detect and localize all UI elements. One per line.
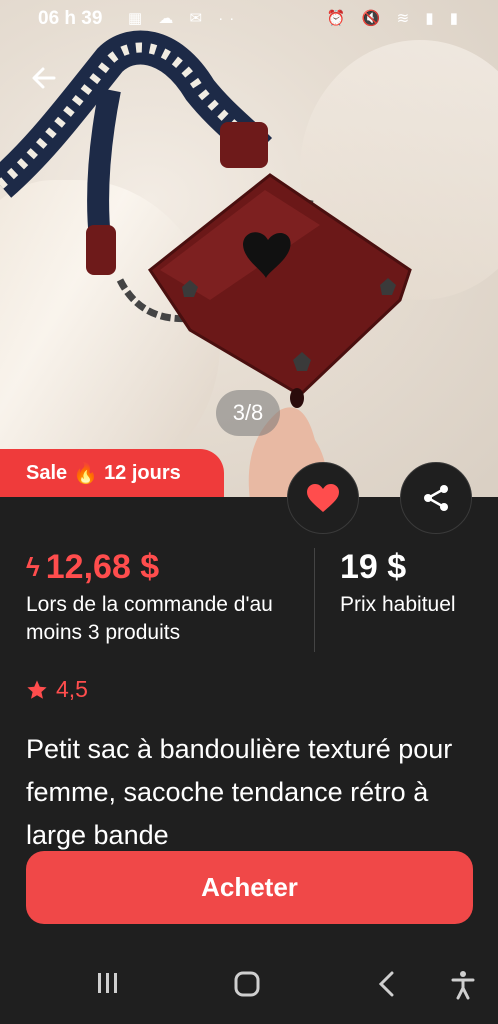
status-time: 06 h 39 <box>38 8 103 29</box>
recent-apps-icon[interactable] <box>95 970 121 996</box>
heart-icon <box>307 484 339 512</box>
regular-price-block: 19 $ Prix habituel <box>340 548 456 617</box>
favorite-button[interactable] <box>287 462 359 534</box>
regular-price-label: Prix habituel <box>340 593 456 616</box>
system-navigation-bar <box>0 948 498 1024</box>
status-system-icons: ⏰ 🔇 ≋ ▮ ▮ <box>326 10 464 27</box>
buy-button[interactable]: Acheter <box>26 851 473 924</box>
sale-price-value: 12,68 $ <box>45 548 160 586</box>
status-notification-icons: ▦ ☁ ✉ ·· <box>128 10 241 27</box>
image-counter: 3/8 <box>216 390 280 436</box>
sale-label: Sale <box>26 461 68 484</box>
accessibility-icon[interactable] <box>450 970 476 1000</box>
share-button[interactable] <box>400 462 472 534</box>
chevron-left-icon[interactable] <box>376 970 398 998</box>
back-button[interactable] <box>28 62 60 94</box>
arrow-left-icon <box>32 67 56 89</box>
share-icon <box>424 485 448 511</box>
star-icon <box>27 679 47 699</box>
product-title: Petit sac à bandoulière texturé pour fem… <box>26 734 453 850</box>
sale-price-block: ϟ 12,68 $ Lors de la commande d'au moins… <box>26 548 306 647</box>
rating-value: 4,5 <box>56 676 88 702</box>
price-divider <box>314 548 315 652</box>
sale-price: ϟ 12,68 $ <box>26 548 306 587</box>
home-icon[interactable] <box>233 970 261 998</box>
product-rating[interactable]: 4,5 <box>26 676 88 703</box>
fire-icon: 🔥 <box>73 462 99 485</box>
status-bar: 06 h 39 ▦ ☁ ✉ ·· ⏰ 🔇 ≋ ▮ ▮ <box>0 0 498 38</box>
lightning-icon: ϟ <box>26 552 40 582</box>
regular-price-value: 19 $ <box>340 548 407 586</box>
sale-duration: 12 jours <box>104 461 181 484</box>
sale-badge: Sale 🔥 12 jours <box>0 449 224 497</box>
sale-price-condition: Lors de la commande d'au moins 3 produit… <box>26 593 273 644</box>
